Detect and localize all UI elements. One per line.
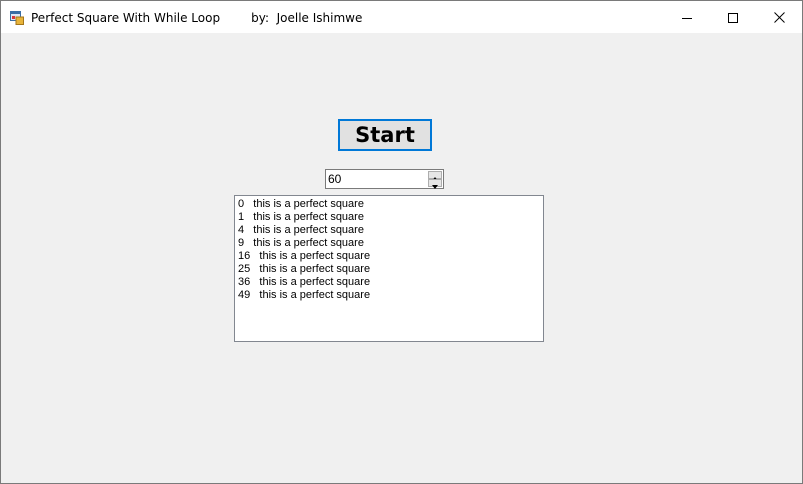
results-listbox[interactable]: 0 this is a perfect square 1 this is a p… [234,195,544,342]
window-title-text: Perfect Square With While Loop [31,11,221,25]
close-icon [773,8,785,27]
list-item[interactable]: 4 this is a perfect square [238,224,364,237]
app-window: Perfect Square With While Loop by: Joelle… [0,0,803,484]
number-stepper-value[interactable]: 60 [328,172,341,186]
stepper-buttons [428,171,442,189]
close-button[interactable] [756,1,802,33]
start-button-label: Start [355,123,415,147]
list-item[interactable]: 9 this is a perfect square [238,237,364,250]
title-bar[interactable]: Perfect Square With While Loop by: Joelle… [1,1,802,33]
form-client-area: Start 60 0 this is a perfect square 1 th… [1,33,802,483]
windows-form-icon [10,10,24,25]
spin-down-button[interactable] [428,179,442,189]
list-item[interactable]: 1 this is a perfect square [238,211,364,224]
minimize-button[interactable] [664,1,710,33]
number-stepper[interactable]: 60 [325,169,444,189]
maximize-button[interactable] [710,1,756,33]
list-item[interactable]: 25 this is a perfect square [238,263,370,276]
chevron-down-icon [432,174,438,193]
minimize-icon [682,8,692,27]
list-item[interactable]: 0 this is a perfect square [238,198,364,211]
list-item[interactable]: 36 this is a perfect square [238,276,370,289]
list-item[interactable]: 16 this is a perfect square [238,250,370,263]
start-button[interactable]: Start [338,119,432,151]
list-item[interactable]: 49 this is a perfect square [238,289,370,302]
maximize-icon [728,8,738,27]
author-label: by: Joelle Ishimwe [251,11,363,25]
window-title: Perfect Square With While Loop by: Joelle… [31,10,362,26]
